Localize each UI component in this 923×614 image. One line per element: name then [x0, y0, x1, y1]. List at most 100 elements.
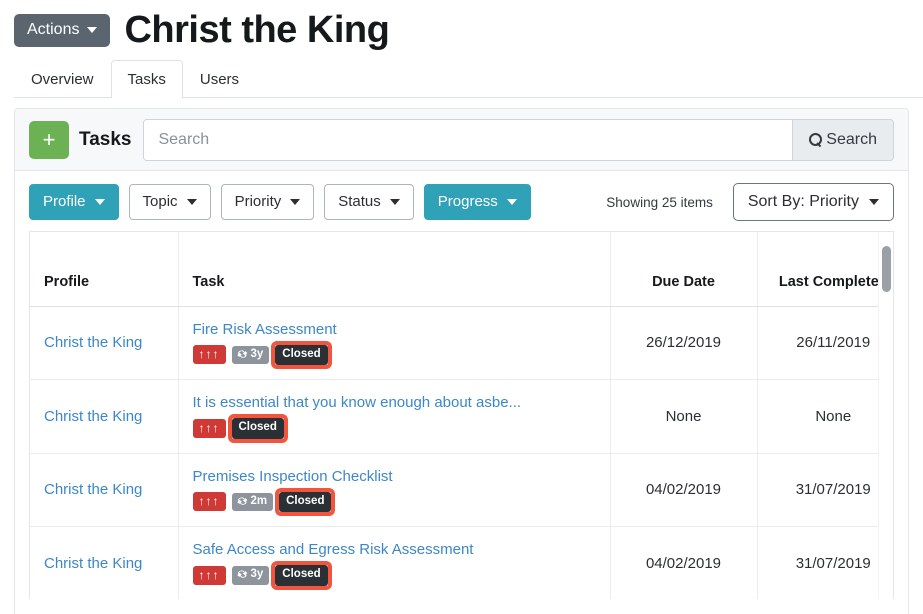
- filter-progress[interactable]: Progress: [424, 184, 531, 220]
- cell-last-completed: 31/07/2019: [757, 527, 894, 600]
- search-button-label: Search: [826, 131, 877, 149]
- cell-due-date: 04/02/2019: [610, 453, 757, 527]
- cell-profile: Christ the King: [30, 527, 178, 600]
- chevron-down-icon: [290, 199, 300, 205]
- priority-badge: ↑↑↑: [193, 492, 226, 511]
- filter-profile-label: Profile: [43, 193, 86, 211]
- app-page: Actions Christ the King Overview Tasks U…: [0, 0, 923, 614]
- priority-badge: ↑↑↑: [193, 345, 226, 364]
- status-badge[interactable]: Closed: [275, 565, 327, 586]
- priority-badge: ↑↑↑: [193, 566, 226, 585]
- cell-last-completed: 26/11/2019: [757, 306, 894, 380]
- filter-topic-label: Topic: [143, 193, 178, 211]
- cell-task: Fire Risk Assessment ↑↑↑ 3y: [178, 306, 610, 380]
- table-row[interactable]: Christ the King It is essential that you…: [30, 380, 894, 454]
- chevron-down-icon: [507, 199, 517, 205]
- status-badge-highlight: Closed: [232, 418, 284, 439]
- recurrence-label: 3y: [251, 349, 264, 361]
- tab-users[interactable]: Users: [183, 60, 256, 98]
- sort-by-dropdown[interactable]: Sort By: Priority: [733, 183, 894, 221]
- filter-status[interactable]: Status: [324, 184, 414, 220]
- page-title: Christ the King: [124, 11, 389, 49]
- task-badges: ↑↑↑ 3y Closed: [193, 565, 596, 586]
- cell-profile: Christ the King: [30, 453, 178, 527]
- profile-link[interactable]: Christ the King: [44, 334, 142, 351]
- task-badges: ↑↑↑ Closed: [193, 418, 596, 439]
- cell-task: Premises Inspection Checklist ↑↑↑ 2m: [178, 453, 610, 527]
- table-row[interactable]: Christ the King Premises Inspection Chec…: [30, 453, 894, 527]
- task-link[interactable]: Fire Risk Assessment: [193, 321, 596, 338]
- chevron-down-icon: [390, 199, 400, 205]
- recurrence-badge: 3y: [232, 566, 270, 585]
- cell-last-completed: None: [757, 380, 894, 454]
- chevron-down-icon: [95, 199, 105, 205]
- status-badge-highlight: Closed: [275, 345, 327, 366]
- actions-button-label: Actions: [27, 22, 79, 38]
- tab-tasks[interactable]: Tasks: [111, 60, 183, 98]
- table-header-row: Profile Task Due Date Last Completed: [30, 232, 894, 306]
- status-badge-highlight: Closed: [279, 492, 331, 513]
- chevron-down-icon: [87, 27, 97, 33]
- status-badge-highlight: Closed: [275, 565, 327, 586]
- filter-status-label: Status: [338, 193, 381, 211]
- filter-priority[interactable]: Priority: [221, 184, 315, 220]
- status-badge[interactable]: Closed: [279, 492, 331, 513]
- tasks-table: Profile Task Due Date Last Completed Chr…: [30, 232, 894, 599]
- refresh-icon: [237, 349, 248, 360]
- recurrence-label: 3y: [251, 569, 264, 581]
- filter-bar: Profile Topic Priority Status Progress S…: [15, 171, 908, 231]
- table-scrollbar-thumb[interactable]: [882, 246, 891, 292]
- refresh-icon: [237, 569, 248, 580]
- task-badges: ↑↑↑ 3y Closed: [193, 345, 596, 366]
- profile-link[interactable]: Christ the King: [44, 408, 142, 425]
- cell-last-completed: 31/07/2019: [757, 453, 894, 527]
- refresh-icon: [237, 496, 248, 507]
- cell-task: Safe Access and Egress Risk Assessment ↑…: [178, 527, 610, 600]
- table-row[interactable]: Christ the King Safe Access and Egress R…: [30, 527, 894, 600]
- task-link[interactable]: Premises Inspection Checklist: [193, 468, 596, 485]
- task-link[interactable]: It is essential that you know enough abo…: [193, 394, 596, 411]
- search-input[interactable]: [144, 120, 792, 160]
- cell-profile: Christ the King: [30, 380, 178, 454]
- status-badge[interactable]: Closed: [232, 418, 284, 439]
- search-button[interactable]: Search: [792, 120, 893, 160]
- column-header-due-date: Due Date: [610, 232, 757, 306]
- cell-due-date: 26/12/2019: [610, 306, 757, 380]
- recurrence-badge: 3y: [232, 346, 270, 365]
- cell-task: It is essential that you know enough abo…: [178, 380, 610, 454]
- tasks-section-label: Tasks: [79, 129, 131, 151]
- task-badges: ↑↑↑ 2m Closed: [193, 492, 596, 513]
- priority-badge: ↑↑↑: [193, 419, 226, 438]
- table-scrollbar[interactable]: [878, 232, 893, 599]
- task-link[interactable]: Safe Access and Egress Risk Assessment: [193, 541, 596, 558]
- tasks-table-container: Profile Task Due Date Last Completed Chr…: [29, 231, 894, 599]
- column-header-last-completed: Last Completed: [757, 232, 894, 306]
- actions-button[interactable]: Actions: [14, 14, 110, 47]
- filter-topic[interactable]: Topic: [129, 184, 211, 220]
- table-row[interactable]: Christ the King Fire Risk Assessment ↑↑↑: [30, 306, 894, 380]
- sort-by-label: Sort By: Priority: [748, 193, 859, 211]
- column-header-task: Task: [178, 232, 610, 306]
- filter-profile[interactable]: Profile: [29, 184, 119, 220]
- plus-icon: +: [43, 129, 56, 151]
- page-header: Actions Christ the King: [0, 0, 923, 52]
- profile-link[interactable]: Christ the King: [44, 555, 142, 572]
- cell-due-date: 04/02/2019: [610, 527, 757, 600]
- recurrence-badge: 2m: [232, 493, 274, 512]
- showing-count: Showing 25 items: [606, 195, 713, 210]
- filter-priority-label: Priority: [235, 193, 282, 211]
- add-task-button[interactable]: +: [29, 121, 69, 159]
- cell-due-date: None: [610, 380, 757, 454]
- status-badge[interactable]: Closed: [275, 345, 327, 366]
- tasks-toolbar: + Tasks Search: [15, 109, 908, 171]
- chevron-down-icon: [187, 199, 197, 205]
- tasks-panel: + Tasks Search Profile Topic Pri: [14, 108, 909, 614]
- chevron-down-icon: [869, 199, 879, 205]
- recurrence-label: 2m: [251, 496, 268, 508]
- search-group: Search: [143, 119, 894, 161]
- tab-overview[interactable]: Overview: [14, 60, 111, 98]
- profile-link[interactable]: Christ the King: [44, 481, 142, 498]
- column-header-profile: Profile: [30, 232, 178, 306]
- search-icon: [809, 133, 822, 146]
- tab-bar: Overview Tasks Users: [14, 62, 923, 98]
